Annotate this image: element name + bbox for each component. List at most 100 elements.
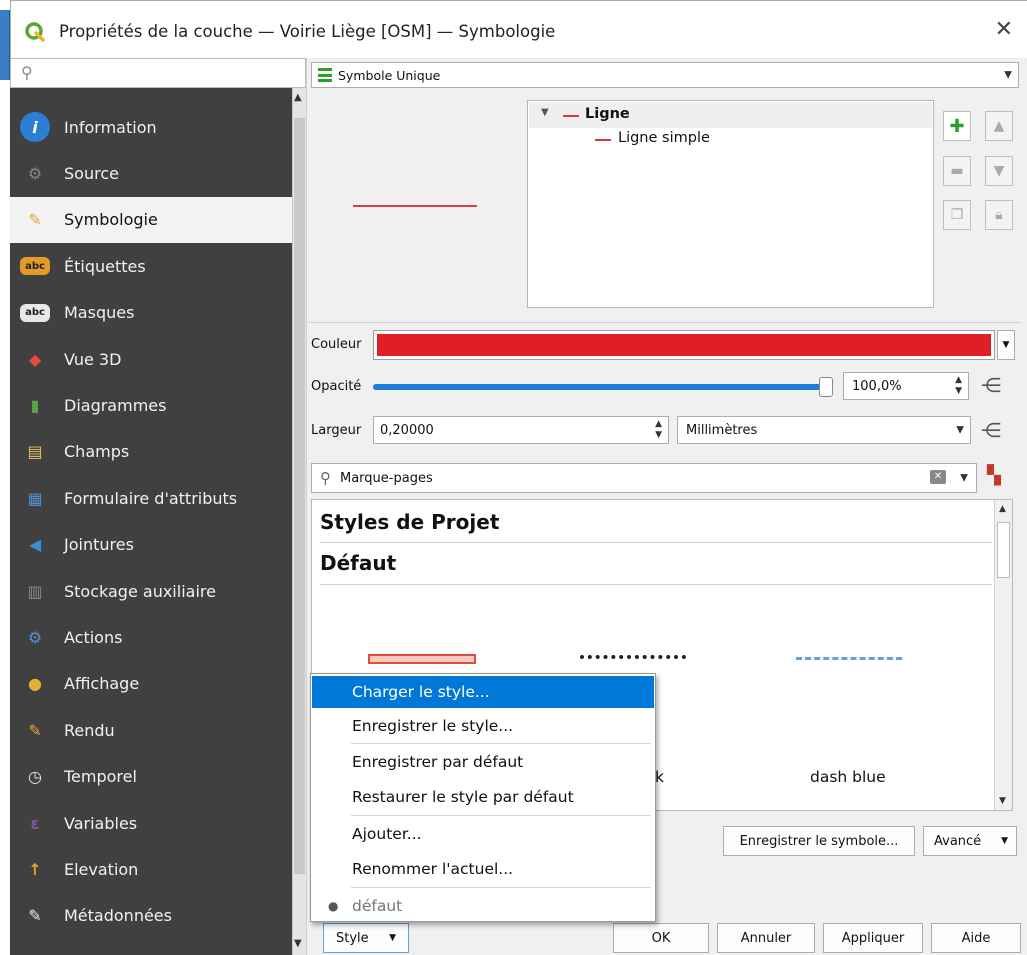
sidebar-item-label: Formulaire d'attributs [64, 488, 238, 508]
chevron-down-icon: ▼ [1002, 340, 1010, 350]
menu-rename-current[interactable]: Renommer l'actuel... [312, 853, 654, 885]
clock-icon: ◷ [28, 767, 42, 787]
renderer-select[interactable]: Symbole Unique ▼ [311, 62, 1019, 88]
menu-save-style[interactable]: Enregistrer le style... [312, 710, 654, 742]
remove-layer-button[interactable]: ▬ [943, 156, 971, 186]
symbol-thumb-red[interactable] [368, 654, 476, 664]
sidebar-scroll-thumb[interactable] [294, 118, 305, 874]
lock-layer-button[interactable]: 🔒︎ [985, 200, 1013, 230]
cancel-button[interactable]: Annuler [717, 923, 815, 953]
spin-arrows-icon[interactable]: ▲ ▼ [655, 419, 662, 441]
scroll-up-icon[interactable]: ▲ [999, 504, 1006, 514]
sidebar-item-jointures[interactable]: ◀ Jointures [10, 522, 292, 568]
chevron-down-icon: ▼ [1001, 836, 1008, 846]
sidebar-item-affichage[interactable]: ● Affichage [10, 661, 292, 707]
scroll-down-icon[interactable]: ▼ [294, 938, 302, 949]
opacity-slider[interactable] [373, 377, 833, 397]
opacity-slider-handle[interactable] [819, 377, 833, 397]
variables-icon: ε [30, 813, 40, 833]
sidebar-item-label: Stockage auxiliaire [64, 581, 216, 601]
advanced-button[interactable]: Avancé ▼ [923, 826, 1017, 856]
sidebar-item-label: Étiquettes [64, 256, 146, 276]
scroll-up-icon[interactable]: ▲ [294, 92, 302, 103]
style-menu-button[interactable]: Style ▼ [323, 923, 409, 953]
tree-row-child[interactable]: Ligne simple [529, 128, 932, 152]
symbol-thumb-dash-black[interactable] [580, 655, 686, 659]
chevron-down-icon[interactable]: ▼ [960, 473, 968, 484]
library-search-input[interactable]: ⚲ Marque-pages ✕ ▼ [311, 463, 977, 493]
library-scrollbar[interactable]: ▲ ▼ [994, 500, 1012, 810]
sidebar-item-label: Jointures [64, 535, 134, 555]
symbol-layer-tree[interactable]: ▼ Ligne Ligne simple [527, 100, 934, 308]
data-defined-override-icon[interactable]: ⋲ [981, 373, 1001, 397]
data-defined-override-icon[interactable]: ⋲ [981, 418, 1001, 442]
ok-button[interactable]: OK [613, 923, 709, 953]
menu-style-default[interactable]: ● défaut [312, 890, 654, 922]
sidebar-item-elevation[interactable]: ↑ Elevation [10, 846, 292, 892]
width-label: Largeur [311, 423, 362, 438]
opacity-spinbox[interactable]: 100,0% ▲ ▼ [843, 372, 969, 400]
save-symbol-button[interactable]: Enregistrer le symbole... [723, 826, 915, 856]
clear-icon[interactable]: ✕ [930, 470, 946, 484]
apply-button[interactable]: Appliquer [823, 923, 923, 953]
sidebar-item-masques[interactable]: abc Masques [10, 290, 292, 336]
sidebar-scrollbar[interactable]: ▲ ▼ [292, 88, 306, 955]
actions-icon: ⚙ [27, 627, 43, 647]
sidebar-item-symbologie[interactable]: ✎ Symbologie [10, 196, 292, 243]
unit-select[interactable]: Millimètres ▼ [677, 416, 971, 444]
help-button[interactable]: Aide [931, 923, 1021, 953]
expand-arrow-icon[interactable]: ▼ [541, 107, 549, 118]
spin-arrows-icon[interactable]: ▲ ▼ [955, 375, 962, 397]
color-dropdown-button[interactable]: ▼ [997, 330, 1015, 360]
sidebar-item-label: Rendu [64, 720, 115, 740]
unit-value: Millimètres [686, 423, 758, 438]
menu-save-default[interactable]: Enregistrer par défaut [312, 746, 654, 778]
sidebar-item-metadonnees[interactable]: ✎ Métadonnées [10, 893, 292, 939]
sidebar-item-champs[interactable]: ▤ Champs [10, 429, 292, 475]
sidebar-item-label: Masques [64, 303, 135, 323]
diagrams-icon: ▮ [30, 395, 40, 415]
sidebar-item-stockage-auxiliaire[interactable]: ▥ Stockage auxiliaire [10, 568, 292, 614]
symbol-thumb-dash-blue[interactable] [796, 657, 902, 660]
sidebar-item-formulaire-d-attributs[interactable]: ▦ Formulaire d'attributs [10, 475, 292, 521]
menu-load-style[interactable]: Charger le style... [312, 676, 654, 708]
menu-separator [351, 743, 651, 744]
duplicate-icon: ❐ [950, 207, 964, 223]
style-manager-icon[interactable]: ▚ [987, 465, 1001, 486]
sidebar-item-label: Vue 3D [64, 349, 122, 369]
sidebar-item-label: Diagrammes [64, 395, 167, 415]
masks-icon: abc [20, 303, 50, 322]
move-down-button[interactable]: ▼ [985, 156, 1013, 186]
color-button[interactable] [373, 330, 995, 360]
sidebar-item-actions[interactable]: ⚙ Actions [10, 614, 292, 660]
sidebar-item-temporel[interactable]: ◷ Temporel [10, 754, 292, 800]
sidebar-item-etiquettes[interactable]: abc Étiquettes [10, 243, 292, 289]
duplicate-layer-button[interactable]: ❐ [943, 200, 971, 230]
chevron-down-icon: ▼ [1004, 69, 1012, 81]
advanced-label: Avancé [934, 833, 982, 849]
menu-add[interactable]: Ajouter... [312, 818, 654, 850]
opacity-label: Opacité [311, 379, 362, 394]
sidebar-item-variables[interactable]: ε Variables [10, 800, 292, 846]
sidebar-item-vue-3d[interactable]: ◆ Vue 3D [10, 336, 292, 382]
labels-icon: abc [20, 257, 50, 276]
scroll-down-icon[interactable]: ▼ [999, 796, 1006, 806]
add-layer-button[interactable]: ✚ [943, 111, 971, 141]
tree-row-root[interactable]: ▼ Ligne [529, 102, 932, 128]
width-spinbox[interactable]: 0,20000 ▲ ▼ [373, 416, 669, 444]
divider [320, 584, 992, 585]
close-icon[interactable]: ✕ [995, 17, 1013, 42]
group-default[interactable]: Défaut [320, 551, 396, 575]
menu-restore-default[interactable]: Restaurer le style par défaut [312, 781, 654, 813]
attribute-form-icon: ▦ [27, 488, 43, 508]
sidebar-item-source[interactable]: ⚙ Source [10, 150, 292, 196]
move-up-button[interactable]: ▲ [985, 111, 1013, 141]
background-window-edge [0, 10, 10, 80]
sidebar-search-input[interactable]: ⚲ [10, 58, 306, 88]
tree-root-label: Ligne [585, 106, 630, 122]
sidebar-item-information[interactable]: i Information [10, 104, 292, 150]
group-project-styles[interactable]: Styles de Projet [320, 510, 499, 534]
sidebar-item-diagrammes[interactable]: ▮ Diagrammes [10, 382, 292, 428]
sidebar-item-rendu[interactable]: ✎ Rendu [10, 707, 292, 753]
library-scroll-thumb[interactable] [997, 522, 1010, 578]
